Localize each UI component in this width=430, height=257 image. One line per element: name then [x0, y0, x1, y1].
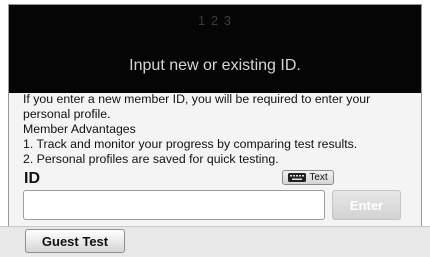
- header-bar: 1 2 3 Input new or existing ID.: [9, 5, 421, 93]
- advantage-item-1: 1. Track and monitor your progress by co…: [23, 137, 358, 151]
- keyboard-icon: [288, 173, 307, 182]
- step-indicator: 1 2 3: [198, 13, 232, 28]
- enter-button[interactable]: Enter: [332, 190, 401, 220]
- advantages-heading: Member Advantages: [23, 122, 136, 136]
- id-input[interactable]: [23, 190, 325, 220]
- new-member-notice: If you enter a new member ID, you will b…: [23, 92, 371, 121]
- text-keyboard-button[interactable]: Text: [282, 170, 334, 185]
- text-button-label: Text: [309, 172, 328, 183]
- page-title: Input new or existing ID.: [129, 57, 301, 74]
- id-label: ID: [24, 170, 40, 187]
- guest-test-button[interactable]: Guest Test: [25, 229, 125, 253]
- advantage-item-2: 2. Personal profiles are saved for quick…: [23, 152, 279, 166]
- info-text: If you enter a new member ID, you will b…: [23, 92, 418, 167]
